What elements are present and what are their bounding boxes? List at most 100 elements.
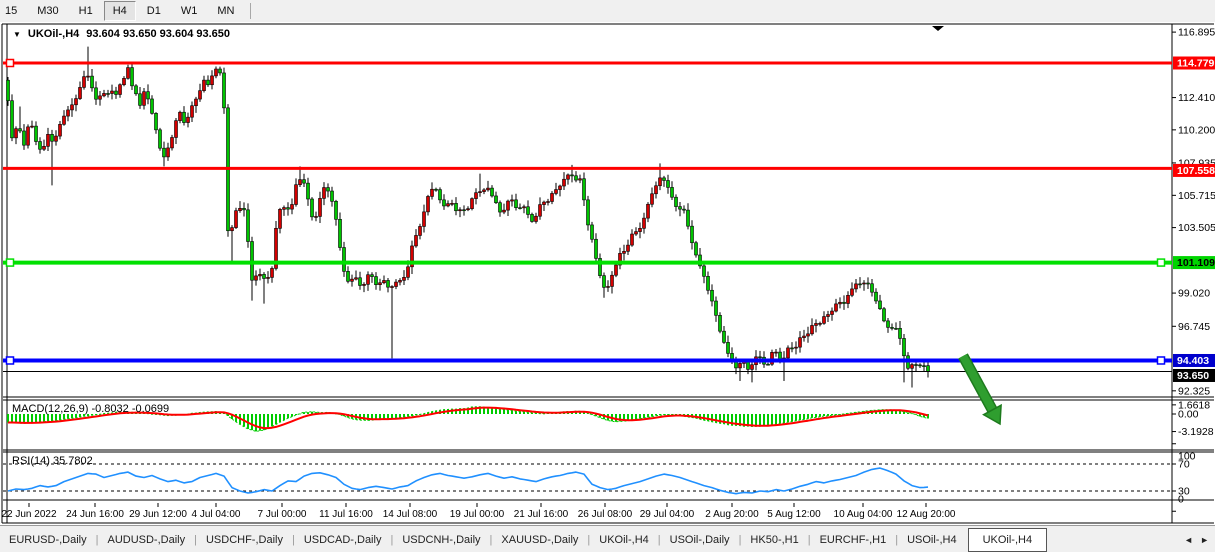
symbol-tab-usoil-h4[interactable]: USOil-,H4 [898, 529, 966, 551]
candle [79, 87, 82, 98]
candle [779, 352, 782, 359]
timeframe-button-m30[interactable]: M30 [28, 1, 67, 21]
candle [479, 192, 482, 193]
macd-histogram-bar [279, 414, 281, 422]
timeframe-button-w1[interactable]: W1 [172, 1, 207, 21]
macd-histogram-bar [783, 414, 785, 423]
macd-histogram-bar [35, 414, 37, 423]
candle [587, 200, 590, 225]
timeframe-button-15[interactable]: 15 [1, 1, 26, 21]
candle [923, 366, 926, 367]
time-label: 11 Jul 16:00 [319, 509, 373, 520]
candle [511, 200, 514, 201]
candle [703, 266, 706, 276]
candle [539, 205, 542, 217]
macd-histogram-bar [27, 414, 29, 423]
macd-histogram-bar [811, 414, 813, 418]
symbol-tab-usdcnh-daily[interactable]: USDCNH-,Daily [393, 529, 489, 551]
candle [379, 283, 382, 285]
chart-shift-marker-icon [932, 26, 944, 31]
candle [355, 278, 358, 279]
macd-histogram-bar [495, 408, 497, 414]
tab-scroll-right-icon[interactable]: ► [1200, 535, 1209, 545]
trading-platform-window: 15M30H1H4D1W1MN 116.895112.410110.200107… [0, 0, 1215, 552]
candle [883, 309, 886, 321]
time-label: 4 Jul 04:00 [192, 509, 241, 520]
candle [451, 203, 454, 204]
macd-histogram-bar [499, 409, 501, 414]
macd-histogram-bar [807, 414, 809, 419]
chart-dropdown-icon[interactable]: ▼ [13, 30, 21, 39]
candle [111, 91, 114, 93]
macd-histogram-bar [251, 414, 253, 430]
macd-histogram-bar [771, 414, 773, 425]
time-label: 5 Aug 12:00 [767, 509, 821, 520]
candle [795, 347, 798, 348]
symbol-tab-xauusd-daily[interactable]: XAUUSD-,Daily [492, 529, 587, 551]
candle [243, 208, 246, 210]
level-anchor-handle[interactable] [7, 60, 14, 67]
time-label: 26 Jul 08:00 [578, 509, 633, 520]
chart-canvas[interactable]: 116.895112.410110.200107.935105.715103.5… [0, 22, 1215, 525]
macd-histogram-bar [491, 408, 493, 414]
level-anchor-handle[interactable] [1158, 357, 1165, 364]
macd-histogram-bar [775, 414, 777, 424]
candle [643, 218, 646, 228]
macd-histogram-bar [635, 414, 637, 419]
symbol-tab-eurchf-h1[interactable]: EURCHF-,H1 [811, 529, 896, 551]
candle [719, 315, 722, 331]
candle [519, 208, 522, 209]
candle [715, 301, 718, 315]
symbol-period-label: UKOil-,H4 [28, 28, 79, 40]
candle [459, 210, 462, 211]
candle [647, 204, 650, 218]
candle [695, 243, 698, 255]
macd-histogram-bar [779, 414, 781, 423]
candle [187, 117, 190, 122]
level-anchor-handle[interactable] [1158, 259, 1165, 266]
tab-scroll-left-icon[interactable]: ◄ [1184, 535, 1193, 545]
level-anchor-handle[interactable] [7, 259, 14, 266]
candle [67, 110, 70, 116]
candle [443, 200, 446, 206]
candle [891, 327, 894, 328]
candle [899, 328, 902, 338]
macd-histogram-bar [267, 414, 269, 428]
macd-histogram-bar [303, 412, 305, 414]
candle [871, 284, 874, 292]
candle [7, 80, 10, 100]
symbol-tab-ukoil-h4-active[interactable]: UKOil-,H4 [968, 528, 1048, 552]
candle [803, 336, 806, 338]
symbol-tab-usdchf-daily[interactable]: USDCHF-,Daily [197, 529, 292, 551]
symbol-tab-ukoil-h4[interactable]: UKOil-,H4 [590, 529, 658, 551]
candle [691, 226, 694, 243]
candle [95, 88, 98, 99]
chart-title: ▼ UKOil-,H4 93.604 93.650 93.604 93.650 [13, 28, 230, 40]
candle [499, 203, 502, 212]
trend-arrow-shaft[interactable] [963, 356, 992, 410]
candle [799, 338, 802, 347]
timeframe-button-d1[interactable]: D1 [138, 1, 170, 21]
candle [903, 338, 906, 355]
candle [467, 209, 470, 210]
timeframe-button-h4[interactable]: H4 [104, 1, 136, 21]
candle [915, 365, 918, 366]
symbol-tab-hk50-h1[interactable]: HK50-,H1 [741, 529, 807, 551]
symbol-tab-usdcad-daily[interactable]: USDCAD-,Daily [295, 529, 391, 551]
macd-histogram-bar [7, 414, 9, 422]
symbol-tab-eurusd-daily[interactable]: EURUSD-,Daily [0, 529, 96, 551]
candle [911, 365, 914, 369]
candle [303, 180, 306, 184]
candle [455, 203, 458, 210]
symbol-tab-usoil-daily[interactable]: USOil-,Daily [661, 529, 739, 551]
timeframe-button-h1[interactable]: H1 [70, 1, 102, 21]
time-label: 19 Jul 00:00 [450, 509, 505, 520]
level-anchor-handle[interactable] [7, 357, 14, 364]
macd-histogram-bar [307, 412, 309, 414]
symbol-tab-audusd-daily[interactable]: AUDUSD-,Daily [98, 529, 194, 551]
candle [211, 76, 214, 85]
candle [151, 99, 154, 113]
candle [327, 188, 330, 192]
candle [495, 196, 498, 203]
timeframe-button-mn[interactable]: MN [208, 1, 243, 21]
